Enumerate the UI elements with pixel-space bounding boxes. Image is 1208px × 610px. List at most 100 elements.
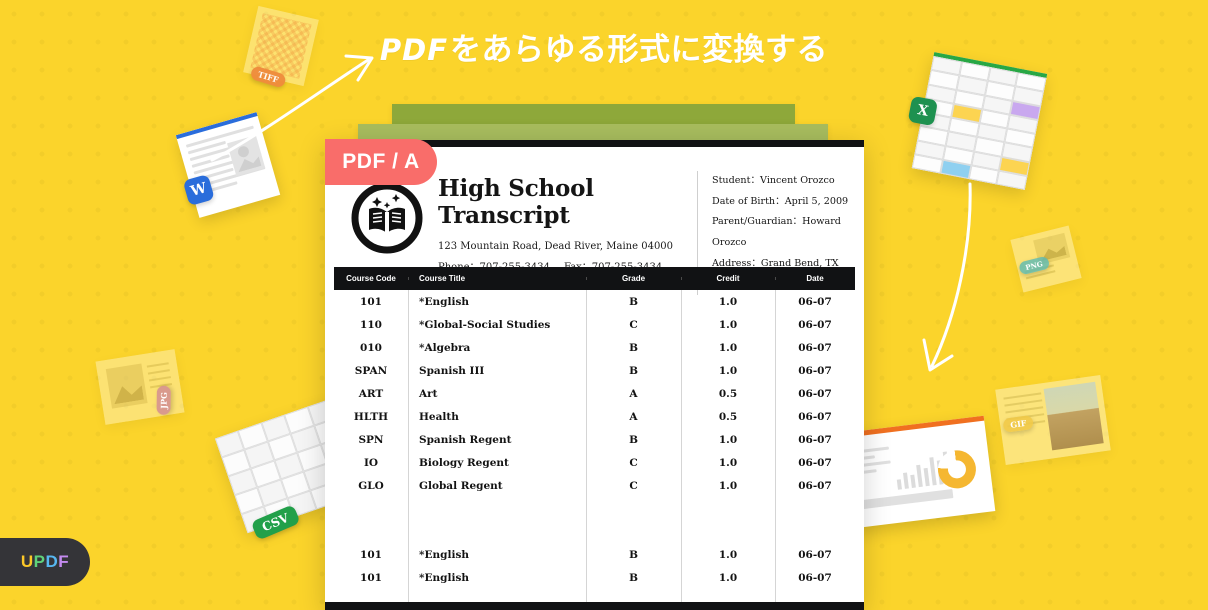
- column-header-course-title: Course Title: [408, 274, 586, 283]
- excel-badge-icon: X: [907, 95, 939, 127]
- table-cell: 06-07: [798, 341, 832, 354]
- table-cell: C: [629, 318, 638, 331]
- table-cell: Health: [419, 410, 459, 423]
- table-cell: 06-07: [798, 456, 832, 469]
- table-cell: ART: [358, 387, 384, 400]
- table-cell: B: [629, 433, 638, 446]
- gif-photo-thumb: [1043, 381, 1104, 451]
- table-cell: 06-07: [798, 433, 832, 446]
- table-row: IO Biology Regent C 1.0 06-07: [334, 451, 855, 474]
- table-cell: 1.0: [718, 295, 738, 308]
- table-cell: A: [629, 387, 638, 400]
- column-header-credit: Credit: [681, 274, 775, 283]
- table-cell: 06-07: [798, 548, 832, 561]
- logo-letter-f: F: [58, 552, 70, 571]
- curved-arrow-right-icon: [922, 182, 972, 372]
- table-cell: 1.0: [718, 479, 738, 492]
- table-cell: 06-07: [798, 571, 832, 584]
- table-cell: Biology Regent: [419, 456, 509, 469]
- table-cell: HLTH: [353, 410, 389, 423]
- table-cell: *English: [419, 295, 469, 308]
- student-parent-line: Parent/Guardian：Howard Orozco: [712, 216, 841, 248]
- table-cell: C: [629, 456, 638, 469]
- table-cell: *Algebra: [419, 341, 471, 354]
- table-cell: *English: [419, 548, 469, 561]
- student-name-line: Student：Vincent Orozco: [712, 175, 835, 186]
- headline-rest: をあらゆる形式に変換する: [450, 32, 829, 67]
- table-cell: IO: [363, 456, 379, 469]
- table-cell: 1.0: [718, 433, 738, 446]
- table-row: SPN Spanish Regent B 1.0 06-07: [334, 428, 855, 451]
- table-row: 101 *English B 1.0 06-07: [334, 566, 855, 589]
- table-cell: 06-07: [798, 295, 832, 308]
- table-cell: Art: [419, 387, 438, 400]
- table-cell: Global Regent: [419, 479, 503, 492]
- table-cell: 06-07: [798, 318, 832, 331]
- table-cell: *Global-Social Studies: [419, 318, 551, 331]
- page-title: PDFをあらゆる形式に変換する: [0, 24, 1208, 69]
- school-seal-icon: [351, 182, 423, 254]
- slide-page: [842, 415, 996, 529]
- table-cell: 101: [360, 295, 382, 308]
- table-row: 110 *Global-Social Studies C 1.0 06-07: [334, 313, 855, 336]
- column-header-course-code: Course Code: [346, 274, 396, 283]
- table-row: 101 *English B 1.0 06-07: [334, 543, 855, 566]
- table-cell: Spanish III: [419, 364, 485, 377]
- transcript-table: Course Code Course Title Grade Credit Da…: [334, 267, 855, 602]
- table-cell: SPN: [358, 433, 384, 446]
- poster-background: PDFをあらゆる形式に変換する W X CSV TIFF JPG PNG GIF…: [0, 0, 1208, 610]
- table-row: GLO Global Regent C 1.0 06-07: [334, 474, 855, 497]
- table-cell: 06-07: [798, 410, 832, 423]
- table-row: ART Art A 0.5 06-07: [334, 382, 855, 405]
- pdf-a-badge: PDF / A: [325, 139, 437, 185]
- headline-lead: PDF: [379, 33, 449, 67]
- gif-card-decoration: GIF: [995, 374, 1111, 466]
- student-dob-line: Date of Birth：April 5, 2009: [712, 195, 849, 207]
- png-card-decoration: PNG: [1010, 225, 1082, 293]
- table-row: HLTH Health A 0.5 06-07: [334, 405, 855, 428]
- table-cell: B: [629, 571, 638, 584]
- table-cell: B: [629, 341, 638, 354]
- column-header-grade: Grade: [586, 274, 681, 283]
- word-document-decoration: W: [175, 112, 281, 218]
- powerpoint-slide-decoration: P: [832, 415, 996, 529]
- transcript-document: High School Transcript 123 Mountain Road…: [325, 140, 864, 610]
- table-row-empty: [334, 520, 855, 543]
- document-bottom-rule: [325, 602, 864, 610]
- table-cell: 0.5: [718, 387, 738, 400]
- gif-badge-icon: GIF: [1002, 414, 1035, 433]
- table-header-row: Course Code Course Title Grade Credit Da…: [334, 267, 855, 290]
- table-row: SPAN Spanish III B 1.0 06-07: [334, 359, 855, 382]
- school-address: 123 Mountain Road, Dead River, Maine 040…: [438, 241, 674, 252]
- table-cell: A: [629, 410, 638, 423]
- table-cell: Spanish Regent: [419, 433, 512, 446]
- logo-letter-p: P: [33, 552, 46, 571]
- table-row: 010 *Algebra B 1.0 06-07: [334, 336, 855, 359]
- school-title: High School Transcript: [438, 175, 594, 229]
- table-cell: 1.0: [718, 456, 738, 469]
- column-divider: [586, 290, 587, 602]
- table-cell: SPAN: [354, 364, 388, 377]
- column-header-date: Date: [775, 274, 855, 283]
- table-cell: B: [629, 295, 638, 308]
- table-cell: 110: [360, 318, 382, 331]
- table-row-empty: [334, 497, 855, 520]
- school-info: High School Transcript 123 Mountain Road…: [438, 175, 684, 273]
- table-cell: C: [629, 479, 638, 492]
- table-cell: 1.0: [718, 364, 738, 377]
- table-cell: 101: [360, 548, 382, 561]
- table-cell: B: [629, 364, 638, 377]
- table-row: 101 *English B 1.0 06-07: [334, 290, 855, 313]
- table-cell: *English: [419, 571, 469, 584]
- jpg-badge-icon: JPG: [156, 385, 172, 415]
- table-cell: 06-07: [798, 364, 832, 377]
- table-cell: 010: [360, 341, 382, 354]
- table-cell: 06-07: [798, 387, 832, 400]
- table-cell: 1.0: [718, 341, 738, 354]
- column-divider: [775, 290, 776, 602]
- column-divider: [681, 290, 682, 602]
- updf-logo[interactable]: UPDF: [0, 538, 90, 586]
- jpg-photo-thumb: [105, 363, 148, 409]
- table-cell: 1.0: [718, 318, 738, 331]
- table-body: 101 *English B 1.0 06-07 110 *Global-Social St…: [334, 290, 855, 602]
